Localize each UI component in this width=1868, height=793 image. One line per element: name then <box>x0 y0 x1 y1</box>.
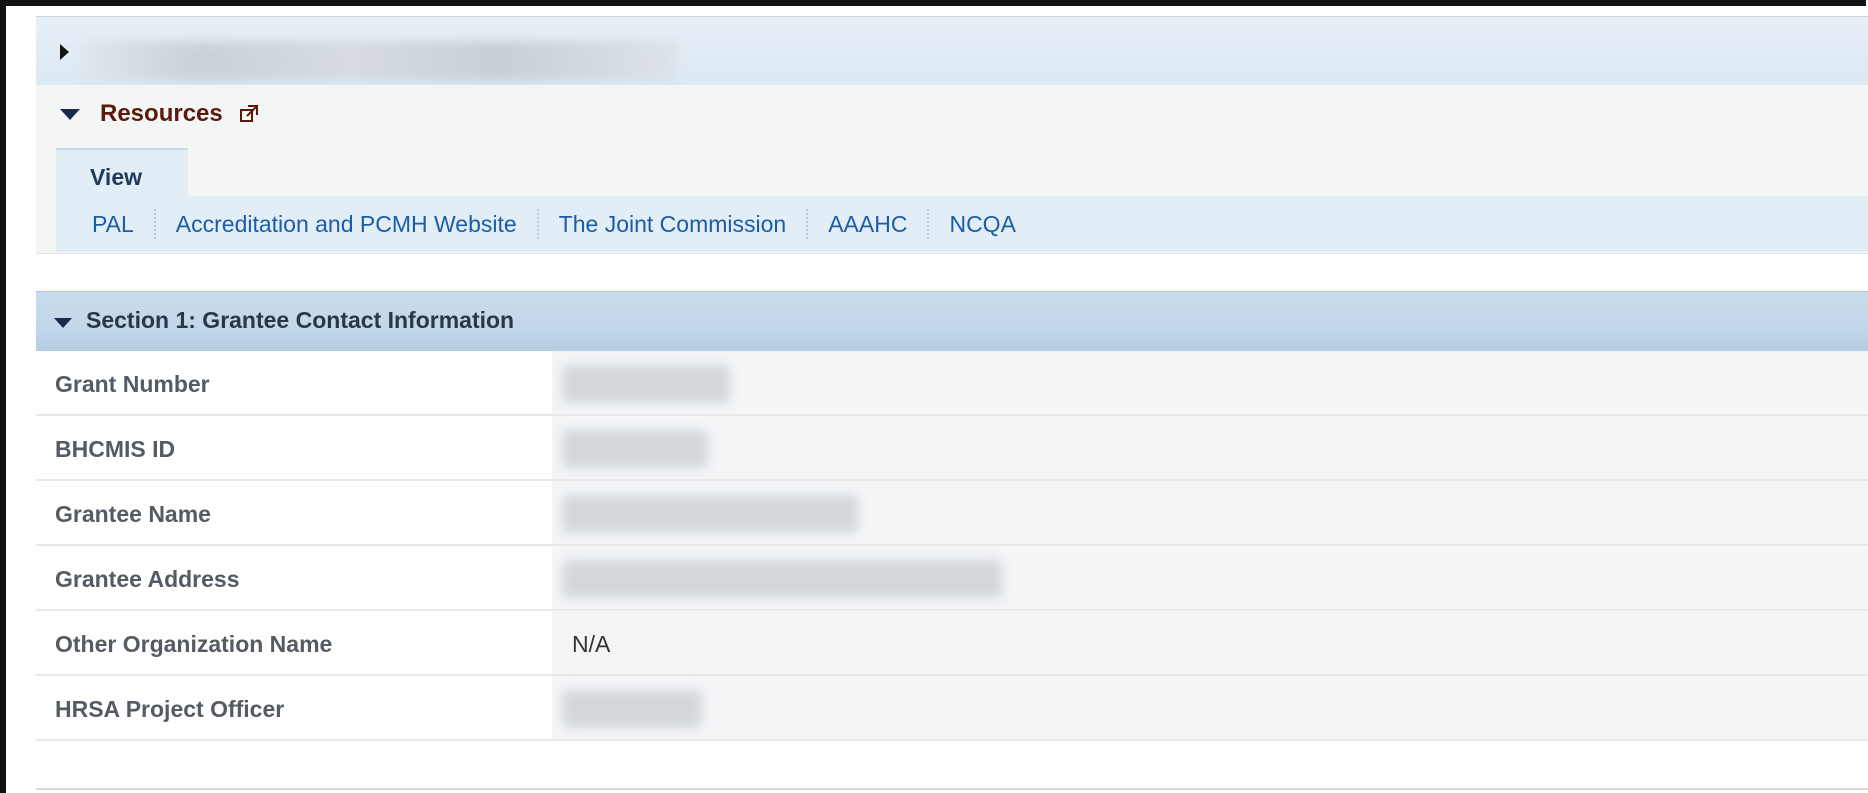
row-label: Grant Number <box>36 351 552 414</box>
row-label: Other Organization Name <box>36 611 552 674</box>
redacted-value <box>562 365 730 403</box>
row-value-text: N/A <box>572 631 611 657</box>
row-label: Grantee Address <box>36 546 552 609</box>
row-value <box>552 416 1868 479</box>
expand-arrow-icon[interactable] <box>60 44 69 60</box>
link-separator <box>153 209 156 239</box>
row-value <box>552 676 1868 739</box>
row-label: BHCMIS ID <box>36 416 552 479</box>
table-row: Other Organization Name N/A <box>36 611 1868 676</box>
section-1-header[interactable]: Section 1: Grantee Contact Information <box>36 291 1868 352</box>
row-value <box>552 351 1868 414</box>
redacted-value <box>562 560 1002 598</box>
collapsed-panel-header[interactable] <box>36 16 1868 86</box>
table-row: HRSA Project Officer <box>36 676 1868 741</box>
link-ncqa[interactable]: NCQA <box>949 211 1015 238</box>
section-1-title: Section 1: Grantee Contact Information <box>86 307 515 333</box>
row-label: HRSA Project Officer <box>36 676 552 739</box>
resources-header[interactable]: Resources <box>60 100 259 128</box>
row-label: Grantee Name <box>36 481 552 544</box>
link-separator <box>536 209 539 239</box>
link-pal[interactable]: PAL <box>92 211 134 238</box>
redacted-value <box>562 495 858 533</box>
resource-links-bar: PAL Accreditation and PCMH Website The J… <box>56 196 1868 252</box>
grantee-info-table: Grant Number BHCMIS ID Grantee Name Gran… <box>36 351 1868 741</box>
external-link-icon[interactable] <box>239 104 259 124</box>
link-separator <box>806 209 809 239</box>
row-value <box>552 481 1868 544</box>
resources-title[interactable]: Resources <box>100 100 223 128</box>
link-accreditation-pcmh[interactable]: Accreditation and PCMH Website <box>176 211 517 238</box>
link-aaahc[interactable]: AAAHC <box>828 211 907 238</box>
row-value: N/A <box>552 611 1868 674</box>
table-row: Grant Number <box>36 351 1868 416</box>
table-row: BHCMIS ID <box>36 416 1868 481</box>
link-joint-commission[interactable]: The Joint Commission <box>559 211 787 238</box>
redacted-panel-title <box>80 41 678 81</box>
table-row: Grantee Name <box>36 481 1868 546</box>
collapse-arrow-icon[interactable] <box>54 318 72 328</box>
link-separator <box>927 209 930 239</box>
redacted-value <box>562 430 708 468</box>
resources-panel: Resources View PAL Accreditation and PCM… <box>36 85 1868 254</box>
divider <box>36 788 1868 790</box>
redacted-value <box>562 690 702 728</box>
row-value <box>552 546 1868 609</box>
tab-view[interactable]: View <box>56 148 188 196</box>
table-row: Grantee Address <box>36 546 1868 611</box>
collapse-arrow-icon[interactable] <box>60 108 80 120</box>
